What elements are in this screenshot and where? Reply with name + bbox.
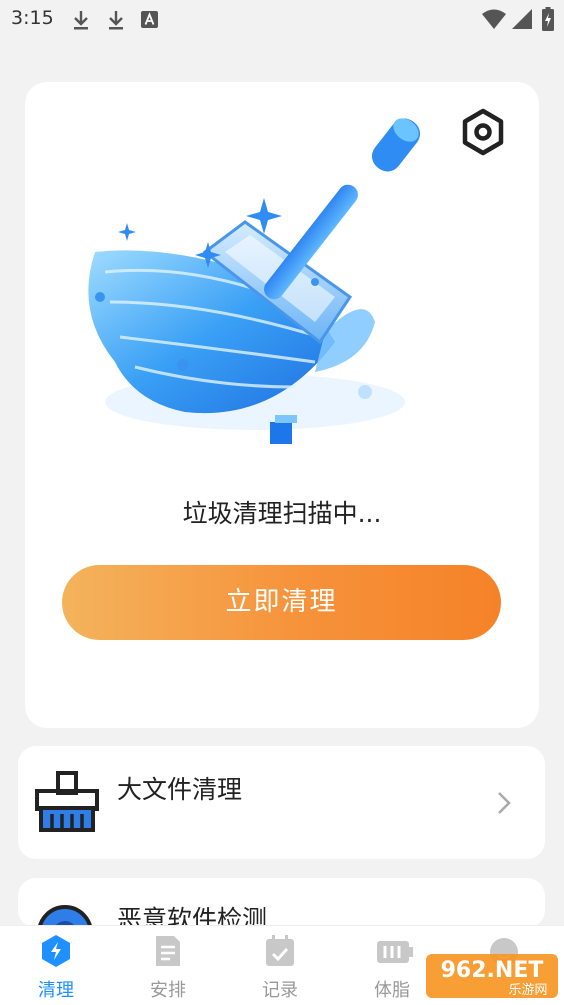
clean-tab-icon	[42, 935, 70, 967]
large-file-clean-item[interactable]: 大文件清理	[18, 746, 545, 859]
calendar-check-icon	[266, 935, 294, 966]
chevron-right-icon	[498, 792, 511, 814]
tab-schedule[interactable]: 安排	[112, 926, 224, 1005]
watermark-sub: 乐游网	[508, 983, 547, 998]
wifi-icon	[482, 9, 506, 29]
tab-records-label: 记录	[262, 980, 298, 1001]
settings-icon[interactable]	[457, 106, 509, 158]
watermark-logo: 962.NET 乐游网	[426, 954, 558, 998]
status-time: 3:15	[11, 7, 54, 29]
tab-clean-label: 清理	[38, 980, 74, 1001]
battery-tab-icon	[377, 941, 413, 963]
watermark-brand: 962.NET	[441, 958, 544, 983]
signal-icon	[512, 9, 532, 29]
document-icon	[156, 936, 180, 966]
scan-status-text: 垃圾清理扫描中...	[182, 499, 382, 528]
tab-schedule-label: 安排	[150, 980, 186, 1001]
brush-icon	[35, 771, 99, 832]
download-icon	[109, 11, 123, 30]
status-bar: 3:15	[0, 0, 564, 40]
clean-hero-card: 垃圾清理扫描中... 立即清理	[25, 82, 539, 728]
battery-icon	[542, 7, 554, 31]
malware-scan-label: 恶意软件检测	[117, 905, 268, 928]
text-a-icon	[141, 11, 158, 28]
clean-now-button[interactable]: 立即清理	[62, 565, 501, 640]
download-icon	[74, 11, 88, 30]
tab-clean[interactable]: 清理	[0, 926, 112, 1005]
broom-illustration	[88, 118, 421, 444]
malware-scan-item[interactable]: 恶意软件检测	[18, 878, 545, 928]
large-file-clean-label: 大文件清理	[117, 775, 243, 804]
tab-records[interactable]: 记录	[224, 926, 336, 1005]
